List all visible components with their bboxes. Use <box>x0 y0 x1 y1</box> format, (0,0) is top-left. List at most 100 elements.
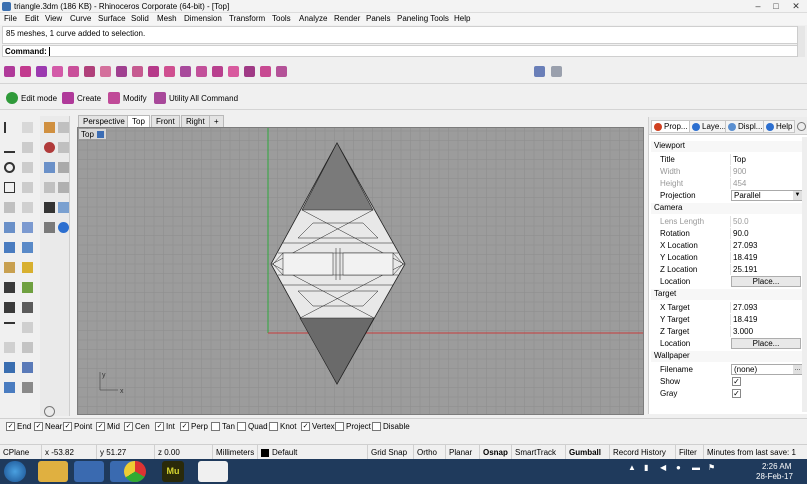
group-icon[interactable] <box>4 362 15 373</box>
named-view-icon[interactable] <box>58 162 69 173</box>
extrude-tool-icon[interactable] <box>132 66 143 77</box>
menu-help[interactable]: Help <box>454 14 470 23</box>
rhino-taskbar-icon[interactable] <box>198 461 228 482</box>
menu-paneling-tools[interactable]: Paneling Tools <box>397 14 449 23</box>
chevron-down-icon[interactable]: ▼ <box>793 191 802 200</box>
file-explorer-icon[interactable] <box>38 461 68 482</box>
analyze-icon[interactable] <box>22 282 33 293</box>
clock-time[interactable]: 2:26 AM <box>762 462 791 471</box>
panel-mesh-icon[interactable] <box>260 66 271 77</box>
osnap-int[interactable]: ✓ Int <box>155 422 175 431</box>
layer-indicator[interactable]: Default <box>258 445 368 460</box>
tab-properties[interactable]: Prop... <box>651 120 691 133</box>
battery-icon[interactable]: ▬ <box>692 463 700 472</box>
panel-curve-icon[interactable] <box>212 66 223 77</box>
top-viewport[interactable]: y x Top <box>77 127 644 415</box>
circle-icon[interactable] <box>4 162 15 173</box>
surface-from-points-icon[interactable] <box>4 222 15 233</box>
flag-icon[interactable]: ⚑ <box>708 463 715 472</box>
ruler-icon[interactable] <box>58 122 69 133</box>
toolbar-options-gear-icon[interactable] <box>44 406 55 417</box>
gray-checkbox[interactable]: ✓ <box>732 389 741 398</box>
chrome-icon[interactable] <box>124 461 146 482</box>
render-settings-icon[interactable] <box>551 66 562 77</box>
muse-app-icon[interactable]: Mu <box>162 461 184 482</box>
grid-icon[interactable] <box>44 162 55 173</box>
add-viewport-tab[interactable]: + <box>209 115 224 127</box>
menu-solid[interactable]: Solid <box>131 14 149 23</box>
menu-transform[interactable]: Transform <box>229 14 265 23</box>
minimize-button[interactable]: – <box>751 1 765 11</box>
osnap-mid[interactable]: ✓ Mid <box>96 422 120 431</box>
osnap-checkbox[interactable]: ✓ <box>6 422 15 431</box>
media-player-icon[interactable] <box>74 461 104 482</box>
close-button[interactable]: ✕ <box>789 1 803 11</box>
panel-options-gear-icon[interactable] <box>797 122 806 131</box>
record-history-toggle[interactable]: Record History <box>610 445 676 460</box>
create-button[interactable]: Create <box>62 91 101 105</box>
smarttrack-toggle[interactable]: SmartTrack <box>512 445 566 460</box>
clock-date[interactable]: 28-Feb-17 <box>756 472 793 481</box>
solid-tools-icon[interactable] <box>22 242 33 253</box>
x-target-field[interactable]: 27.093 <box>730 302 802 313</box>
ortho-toggle[interactable]: Ortho <box>414 445 446 460</box>
menu-curve[interactable]: Curve <box>70 14 91 23</box>
osnap-checkbox[interactable]: ✓ <box>63 422 72 431</box>
box-tool-icon[interactable] <box>116 66 127 77</box>
tab-right[interactable]: Right <box>181 115 210 127</box>
boolean-icon[interactable] <box>4 282 15 293</box>
osnap-end[interactable]: ✓ End <box>6 422 31 431</box>
osnap-checkbox[interactable]: ✓ <box>96 422 105 431</box>
show-checkbox[interactable]: ✓ <box>732 377 741 386</box>
material-icon[interactable] <box>44 142 55 153</box>
tab-layers[interactable]: Laye... <box>689 120 730 133</box>
rectangle-icon[interactable] <box>4 182 15 193</box>
loft-tool-icon[interactable] <box>52 66 63 77</box>
cplane-indicator[interactable]: CPlane <box>0 445 42 460</box>
arc-tool-icon[interactable] <box>36 66 47 77</box>
menu-dimension[interactable]: Dimension <box>184 14 222 23</box>
menu-surface[interactable]: Surface <box>98 14 126 23</box>
osnap-tan[interactable]: Tan <box>211 422 235 431</box>
panel-tools-icon[interactable] <box>276 66 287 77</box>
panel-grid-icon[interactable] <box>196 66 207 77</box>
ellipse-icon[interactable] <box>4 202 15 213</box>
y-target-field[interactable]: 18.419 <box>730 314 802 325</box>
y-location-field[interactable]: 18.419 <box>730 252 802 263</box>
menu-panels[interactable]: Panels <box>366 14 390 23</box>
sweep-tool-icon[interactable] <box>84 66 95 77</box>
z-location-field[interactable]: 25.191 <box>730 264 802 275</box>
osnap-checkbox[interactable]: ✓ <box>34 422 43 431</box>
dimension-icon[interactable] <box>22 382 33 393</box>
surface-tool-icon[interactable] <box>68 66 79 77</box>
panel-scrollbar[interactable] <box>802 137 807 412</box>
layout-icon[interactable] <box>22 362 33 373</box>
edit-mode-button[interactable]: Edit mode <box>6 91 57 105</box>
extrude-curve-icon[interactable] <box>22 222 33 233</box>
menu-mesh[interactable]: Mesh <box>157 14 177 23</box>
copy-icon[interactable] <box>22 342 33 353</box>
curve-icon[interactable] <box>22 142 33 153</box>
paneling-grid-icon[interactable] <box>180 66 191 77</box>
units-indicator[interactable]: Millimeters <box>213 445 258 460</box>
hide-icon[interactable] <box>44 202 55 213</box>
mesh-icon[interactable] <box>4 262 15 273</box>
planar-toggle[interactable]: Planar <box>446 445 480 460</box>
pencil-icon[interactable] <box>44 122 55 133</box>
menu-edit[interactable]: Edit <box>25 14 39 23</box>
help-circle-icon[interactable] <box>58 222 69 233</box>
osnap-checkbox[interactable] <box>372 422 381 431</box>
osnap-vertex[interactable]: ✓ Vertex <box>301 422 335 431</box>
command-line[interactable]: Command: <box>2 45 805 57</box>
panel-surface-icon[interactable] <box>228 66 239 77</box>
viewport-menu-icon[interactable] <box>96 130 104 138</box>
mesh-tool-icon[interactable] <box>164 66 175 77</box>
filename-select[interactable]: (none)… <box>731 364 803 375</box>
camera-place-button[interactable]: Place... <box>731 276 801 287</box>
maximize-button[interactable]: □ <box>769 1 783 11</box>
trash-icon[interactable] <box>58 182 69 193</box>
all-command-button[interactable]: All Command <box>190 91 238 105</box>
gumball-toggle[interactable]: Gumball <box>566 445 610 460</box>
start-button[interactable] <box>4 461 26 482</box>
render-icon[interactable] <box>4 382 15 393</box>
